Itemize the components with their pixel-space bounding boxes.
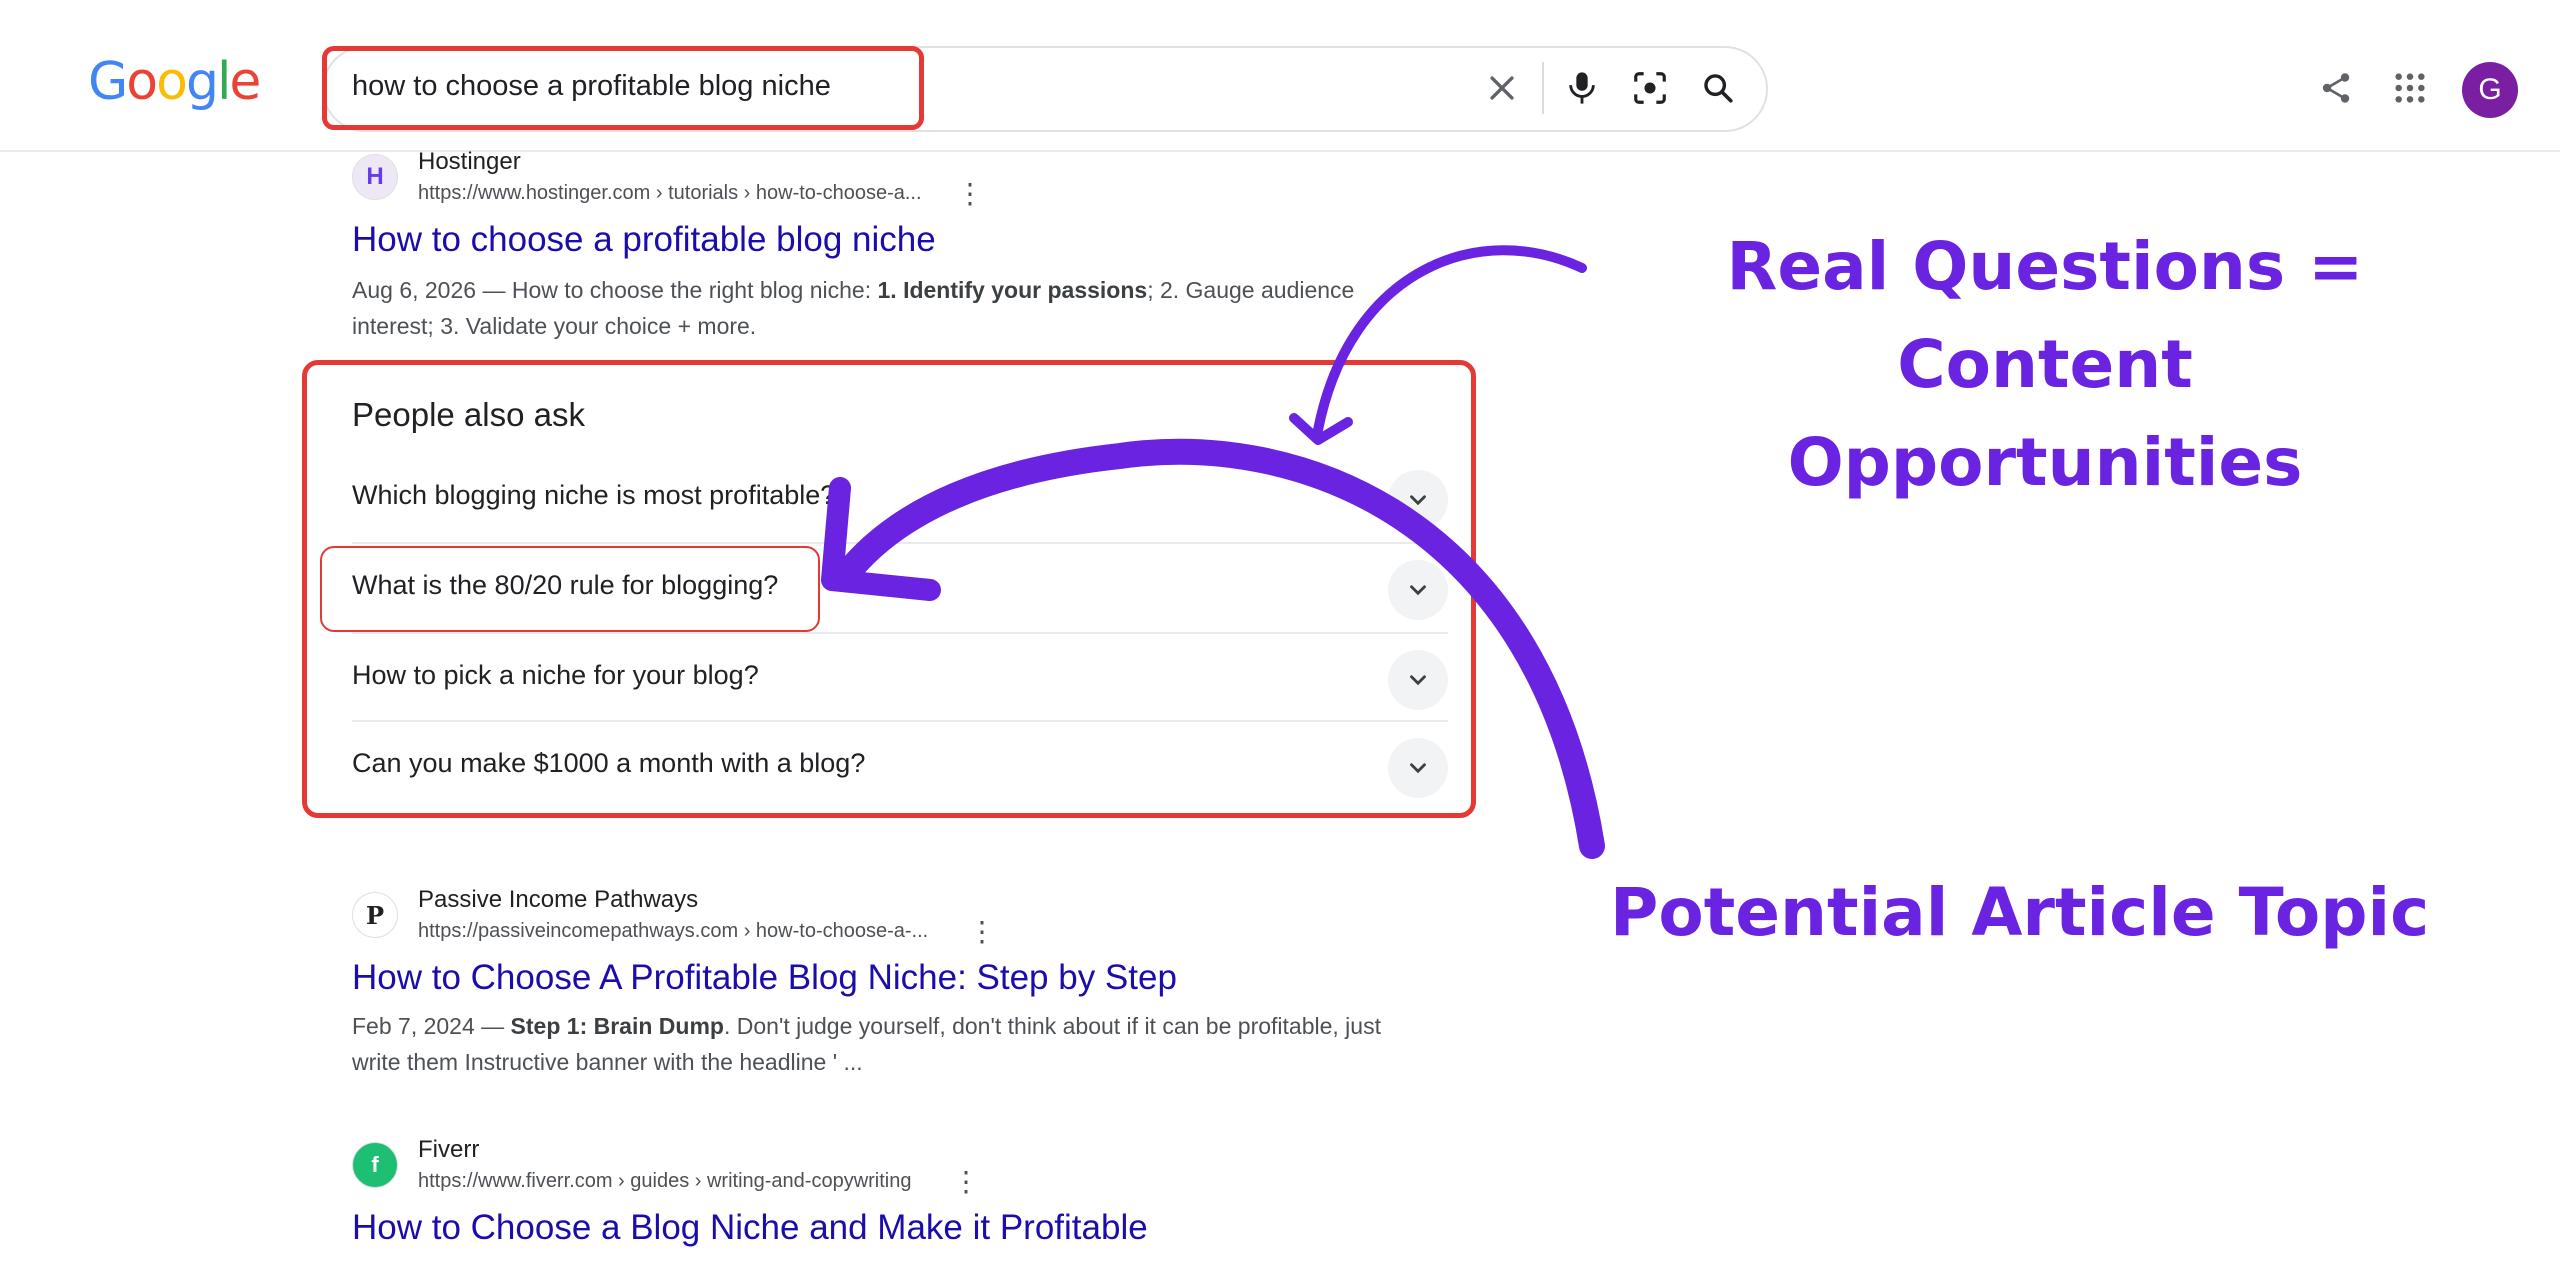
result-title-link[interactable]: How to Choose A Profitable Blog Niche: S… bbox=[352, 958, 1177, 998]
result-url[interactable]: https://www.fiverr.com › guides › writin… bbox=[418, 1170, 912, 1193]
more-options-icon[interactable]: ⋮ bbox=[968, 918, 996, 946]
result-title-link[interactable]: How to choose a profitable blog niche bbox=[352, 220, 936, 260]
fiverr-favicon-icon: f bbox=[352, 1142, 398, 1188]
people-also-ask-title: People also ask bbox=[352, 396, 585, 433]
search-query-highlight bbox=[322, 46, 924, 130]
hostinger-favicon-icon: H bbox=[352, 154, 398, 200]
paa-question[interactable]: How to pick a niche for your blog? bbox=[352, 634, 1448, 722]
clear-search-icon[interactable] bbox=[1478, 64, 1526, 112]
more-options-icon[interactable]: ⋮ bbox=[956, 180, 984, 208]
result-snippet: Aug 6, 2026 — How to choose the right bl… bbox=[352, 277, 1355, 339]
apps-grid-icon[interactable] bbox=[2386, 64, 2434, 112]
paa-question[interactable]: Which blogging niche is most profitable? bbox=[352, 454, 1448, 542]
paa-question[interactable]: Can you make $1000 a month with a blog? bbox=[352, 722, 1448, 810]
result-title-link[interactable]: How to Choose a Blog Niche and Make it P… bbox=[352, 1208, 1148, 1248]
result-url[interactable]: https://www.hostinger.com › tutorials › … bbox=[418, 182, 922, 205]
search-divider bbox=[1542, 62, 1544, 114]
annotation-real-questions: Real Questions = Content Opportunities bbox=[1726, 228, 2364, 501]
share-icon[interactable] bbox=[2312, 64, 2360, 112]
question-highlight bbox=[320, 546, 820, 632]
camera-lens-icon[interactable] bbox=[1626, 64, 1674, 112]
result-site-name[interactable]: Passive Income Pathways bbox=[418, 886, 698, 914]
annotation-article-topic: Potential Article Topic bbox=[1610, 874, 2430, 951]
chevron-down-icon[interactable] bbox=[1388, 650, 1448, 710]
account-avatar[interactable]: G bbox=[2462, 62, 2518, 118]
result-url[interactable]: https://passiveincomepathways.com › how-… bbox=[418, 920, 928, 943]
result-snippet: Feb 7, 2024 — Step 1: Brain Dump. Don't … bbox=[352, 1013, 1381, 1075]
chevron-down-icon[interactable] bbox=[1388, 738, 1448, 798]
microphone-icon[interactable] bbox=[1558, 64, 1606, 112]
google-logo[interactable]: Google bbox=[88, 52, 261, 112]
passive-income-favicon-icon: P bbox=[352, 892, 398, 938]
chevron-down-icon[interactable] bbox=[1388, 560, 1448, 620]
result-site-name[interactable]: Hostinger bbox=[418, 148, 521, 176]
more-options-icon[interactable]: ⋮ bbox=[952, 1168, 980, 1196]
chevron-down-icon[interactable] bbox=[1388, 470, 1448, 530]
search-header: Google how to choose a profitable blog n… bbox=[0, 0, 2560, 152]
search-icon[interactable] bbox=[1694, 64, 1742, 112]
result-site-name[interactable]: Fiverr bbox=[418, 1136, 479, 1164]
